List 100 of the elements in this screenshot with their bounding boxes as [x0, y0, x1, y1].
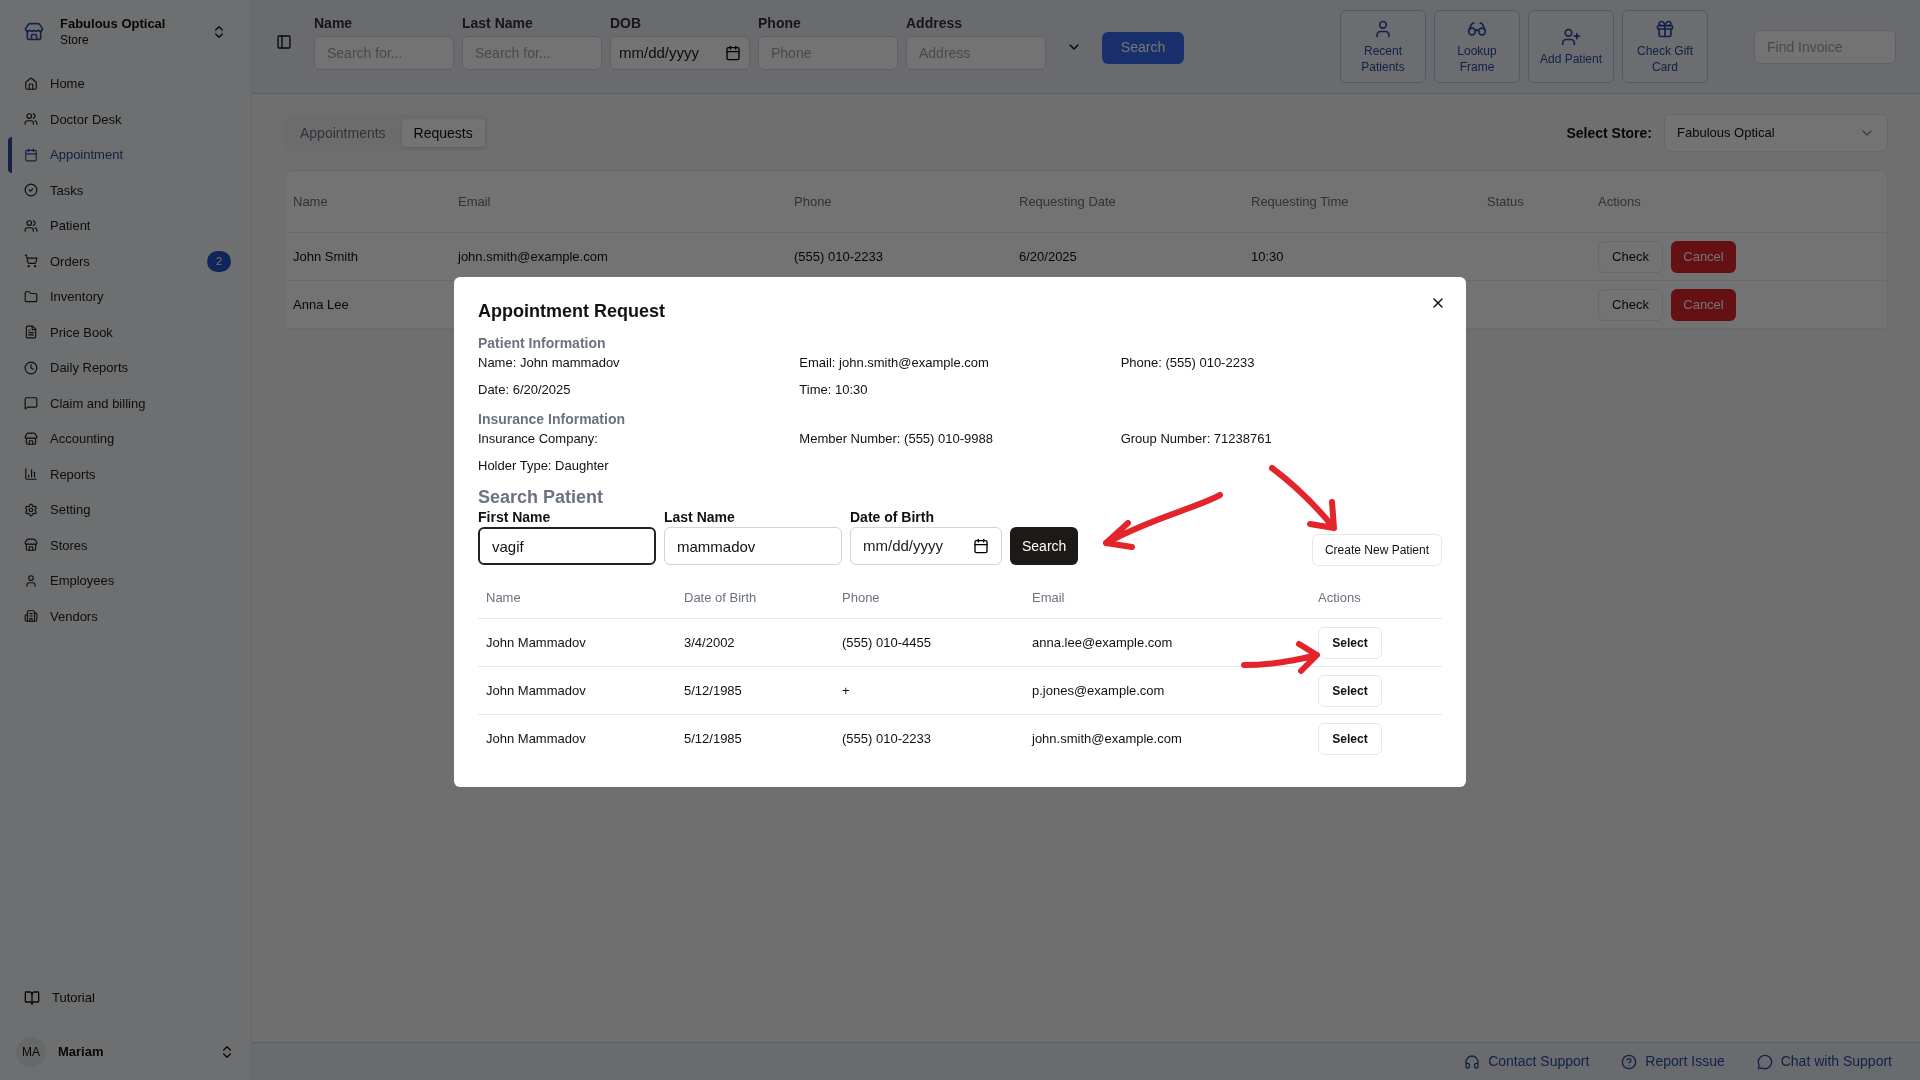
store-dropdown[interactable]: Fabulous Optical — [1664, 114, 1888, 152]
select-button[interactable]: Select — [1318, 674, 1382, 707]
section-heading: Insurance Information — [478, 410, 627, 429]
sidebar-item[interactable]: Setting — [8, 492, 243, 528]
quick-action-button[interactable]: Lookup Frame — [1434, 10, 1520, 83]
table-cell-text: 6/20/2025 — [1019, 247, 1078, 266]
cancel-button[interactable]: Cancel — [1671, 288, 1736, 321]
user-name: Mariam — [58, 1043, 105, 1062]
table-cell-text: John Mammadov — [486, 633, 587, 652]
table-cell-text: 3/4/2002 — [684, 633, 736, 652]
field-label: Date of Birth — [850, 509, 935, 525]
sidebar-item[interactable]: Tasks — [8, 172, 243, 208]
search-button[interactable]: Search — [1102, 31, 1184, 64]
tutorial-link[interactable]: Tutorial — [0, 980, 251, 1016]
storefront-icon — [24, 538, 38, 553]
sidebar-item[interactable]: Home — [8, 66, 243, 102]
sidebar-toggle-icon[interactable] — [276, 33, 292, 50]
table-cell-text: 10:30 — [1251, 247, 1285, 266]
text-field[interactable]: vagif — [478, 527, 656, 565]
column-header: Email — [1032, 588, 1066, 607]
sidebar-item[interactable]: Inventory — [8, 279, 243, 315]
info-text: Member Number: (555) 010-9988 — [799, 430, 994, 448]
bar-chart-icon — [24, 467, 38, 482]
support-link[interactable]: Report Issue — [1621, 1051, 1725, 1072]
book-icon — [24, 990, 40, 1006]
tab[interactable]: Appointments — [288, 119, 398, 147]
table-cell-text: anna.lee@example.com — [1032, 633, 1174, 652]
sidebar-item[interactable]: Reports — [8, 456, 243, 492]
sidebar-item[interactable]: Price Book — [8, 314, 243, 350]
tab[interactable]: Requests — [401, 119, 485, 147]
storefront-icon — [24, 22, 44, 42]
info-text: Group Number: 71238761 — [1120, 430, 1273, 448]
chat-icon — [1756, 1053, 1773, 1070]
sidebar-item[interactable]: Accounting — [8, 421, 243, 457]
info-text: Date: 6/20/2025 — [478, 381, 572, 399]
sidebar-item[interactable]: Claim and billing — [8, 385, 243, 421]
quick-action-button[interactable]: Recent Patients — [1340, 10, 1426, 83]
sidebar-item[interactable]: Patient — [8, 208, 243, 244]
select-button[interactable]: Select — [1318, 723, 1382, 755]
text-field[interactable]: mammadov — [664, 527, 842, 565]
table-cell-text: John Smith — [293, 247, 360, 266]
support-link[interactable]: Contact Support — [1464, 1051, 1590, 1072]
person-icon — [1373, 18, 1393, 39]
sidebar-item[interactable]: Stores — [8, 527, 243, 563]
field-label: Last Name — [664, 509, 736, 525]
settings-icon — [24, 502, 38, 517]
storefront-icon — [24, 431, 38, 446]
section-heading: Search Patient — [478, 486, 605, 509]
table-cell-text: John Mammadov — [486, 681, 587, 700]
column-header: Status — [1487, 192, 1525, 211]
table-cell-text: john.smith@example.com — [458, 247, 609, 266]
date-text[interactable]: mm/dd/yyyy — [863, 534, 963, 558]
sidebar-item[interactable]: Daily Reports — [8, 350, 243, 386]
column-header: Name — [293, 192, 329, 211]
quick-action-button[interactable]: Check Gift Card — [1622, 10, 1708, 83]
sidebar-item[interactable]: Employees — [8, 563, 243, 599]
table-cell-text: John Mammadov — [486, 730, 587, 749]
quick-action-button[interactable]: Add Patient — [1528, 10, 1614, 83]
gift-icon — [1655, 18, 1675, 39]
dialog-title: Appointment Request — [478, 301, 665, 321]
cart-icon — [24, 254, 38, 269]
select-button[interactable]: Select — [1318, 626, 1382, 659]
headset-icon — [1464, 1053, 1481, 1070]
search-button[interactable]: Search — [1010, 527, 1079, 565]
field-label: Phone — [758, 14, 802, 33]
table-cell-text: Anna Lee — [293, 295, 350, 314]
cancel-button[interactable]: Cancel — [1671, 240, 1736, 273]
column-header: Actions — [1598, 192, 1642, 211]
table-cell-text: 5/12/1985 — [684, 730, 743, 749]
info-text: Email: john.smith@example.com — [799, 354, 990, 372]
field-label: Name — [314, 14, 354, 33]
field-label: Address — [906, 14, 964, 33]
column-header: Requesting Date — [1019, 192, 1117, 211]
date-field[interactable]: mm/dd/yyyy — [850, 527, 1002, 565]
create-patient-button[interactable]: Create New Patient — [1311, 534, 1442, 566]
table-cell-text: (555) 010-2233 — [842, 730, 932, 749]
info-text: Phone: (555) 010-2233 — [1120, 354, 1256, 372]
help-icon — [1621, 1053, 1638, 1070]
field-label: Last Name — [462, 14, 534, 33]
sidebar-item[interactable]: Appointment — [8, 137, 243, 173]
sidebar-item[interactable]: Vendors — [8, 598, 243, 634]
table-cell-text: (555) 010-4455 — [842, 633, 932, 652]
calendar-icon — [24, 147, 38, 162]
column-header: Requesting Time — [1251, 192, 1350, 211]
date-field[interactable]: mm/dd/yyyy — [610, 36, 750, 70]
table-cell-text: + — [842, 681, 851, 700]
column-header: Phone — [794, 192, 833, 211]
date-text[interactable]: mm/dd/yyyy — [619, 41, 719, 65]
column-header: Email — [458, 192, 492, 211]
check-button[interactable]: Check — [1598, 288, 1663, 321]
sidebar-item[interactable]: Orders 2 — [8, 243, 243, 279]
support-link[interactable]: Chat with Support — [1756, 1051, 1892, 1072]
column-header: Phone — [842, 588, 881, 607]
check-button[interactable]: Check — [1598, 240, 1663, 273]
chat-icon — [24, 396, 38, 411]
store-name: Fabulous Optical — [60, 16, 167, 32]
column-header: Actions — [1318, 588, 1362, 607]
field-label: First Name — [478, 509, 552, 525]
field-label: DOB — [610, 14, 643, 33]
sidebar-item[interactable]: Doctor Desk — [8, 101, 243, 137]
